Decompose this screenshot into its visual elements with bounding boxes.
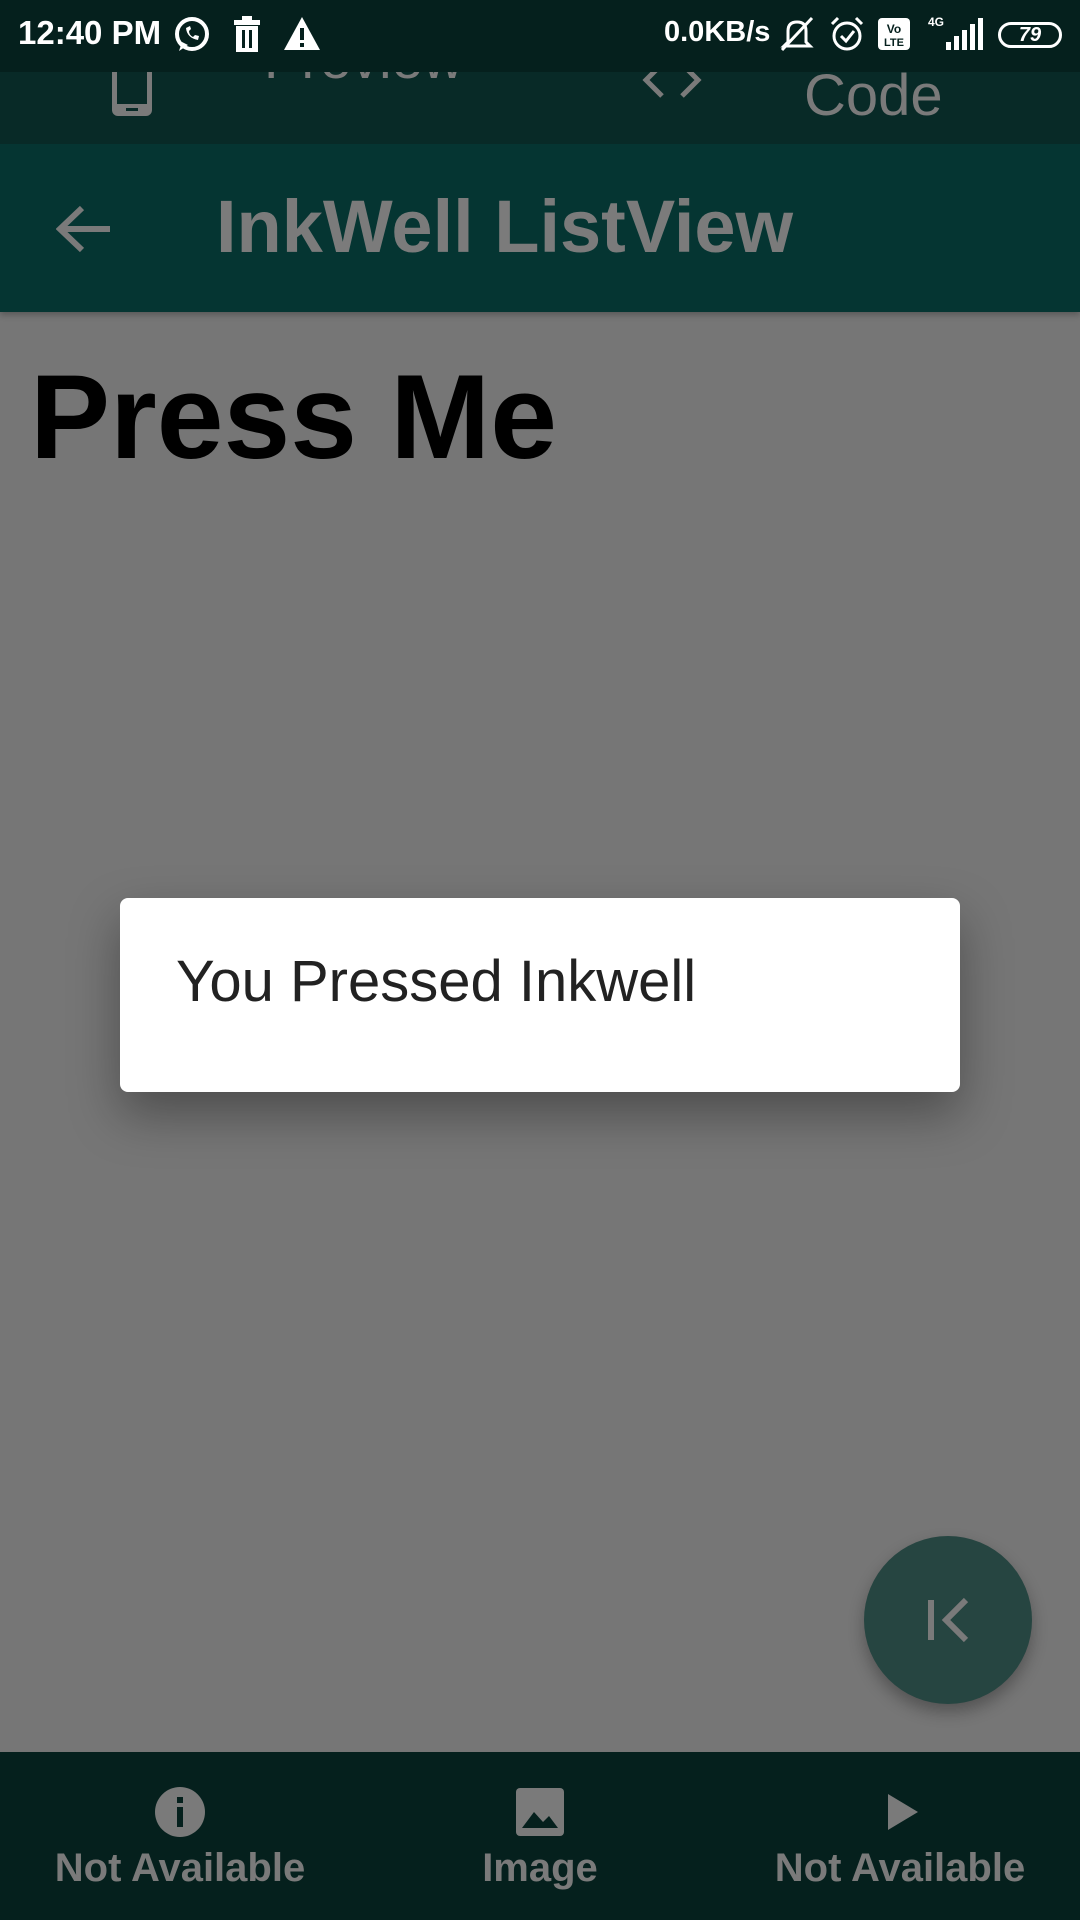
nav-item-play[interactable]: Not Available xyxy=(720,1752,1080,1920)
bottom-nav: Not Available Image Not Available xyxy=(0,1752,1080,1920)
dialog-message: You Pressed Inkwell xyxy=(176,949,697,1014)
tab-code-label: Code xyxy=(804,63,943,128)
nav-item-info[interactable]: Not Available xyxy=(0,1752,360,1920)
svg-text:Vo: Vo xyxy=(887,22,901,36)
mute-icon xyxy=(780,16,814,52)
info-icon xyxy=(155,1787,205,1837)
app-bar: InkWell ListView xyxy=(0,144,1080,312)
signal-icon: 4G xyxy=(928,15,983,50)
alarm-icon xyxy=(830,16,864,51)
tab-code[interactable]: Code xyxy=(540,62,1080,144)
play-icon xyxy=(888,1794,918,1830)
battery-level: 79 xyxy=(1018,24,1042,46)
alert-dialog: You Pressed Inkwell xyxy=(120,898,960,1092)
trash-icon xyxy=(234,16,260,52)
warning-icon xyxy=(284,17,320,50)
nav-item-label: Not Available xyxy=(54,1846,306,1890)
svg-text:LTE: LTE xyxy=(884,37,904,49)
network-speed: 0.0KB/s xyxy=(664,16,771,48)
nav-item-label: Image xyxy=(482,1846,598,1890)
status-bar: 12:40 PM 0.0KB/s Vo LTE 4G 79 xyxy=(0,0,1080,72)
whatsapp-icon xyxy=(175,17,209,51)
tab-bar: Preview Code xyxy=(0,27,1080,144)
page-title: InkWell ListView xyxy=(216,185,794,268)
battery-icon: 79 xyxy=(998,22,1062,48)
tab-preview[interactable]: Preview xyxy=(0,27,540,144)
image-icon xyxy=(516,1788,564,1836)
nav-item-label: Not Available xyxy=(774,1846,1026,1890)
fab-button[interactable] xyxy=(864,1536,1032,1704)
volte-icon: Vo LTE xyxy=(878,18,910,50)
collapse-left-icon xyxy=(928,1597,969,1643)
arrow-back-icon[interactable] xyxy=(56,204,112,254)
press-me-inkwell[interactable]: Press Me xyxy=(30,348,557,486)
nav-item-image[interactable]: Image xyxy=(360,1752,720,1920)
svg-text:4G: 4G xyxy=(928,15,944,29)
status-time: 12:40 PM xyxy=(18,14,162,51)
